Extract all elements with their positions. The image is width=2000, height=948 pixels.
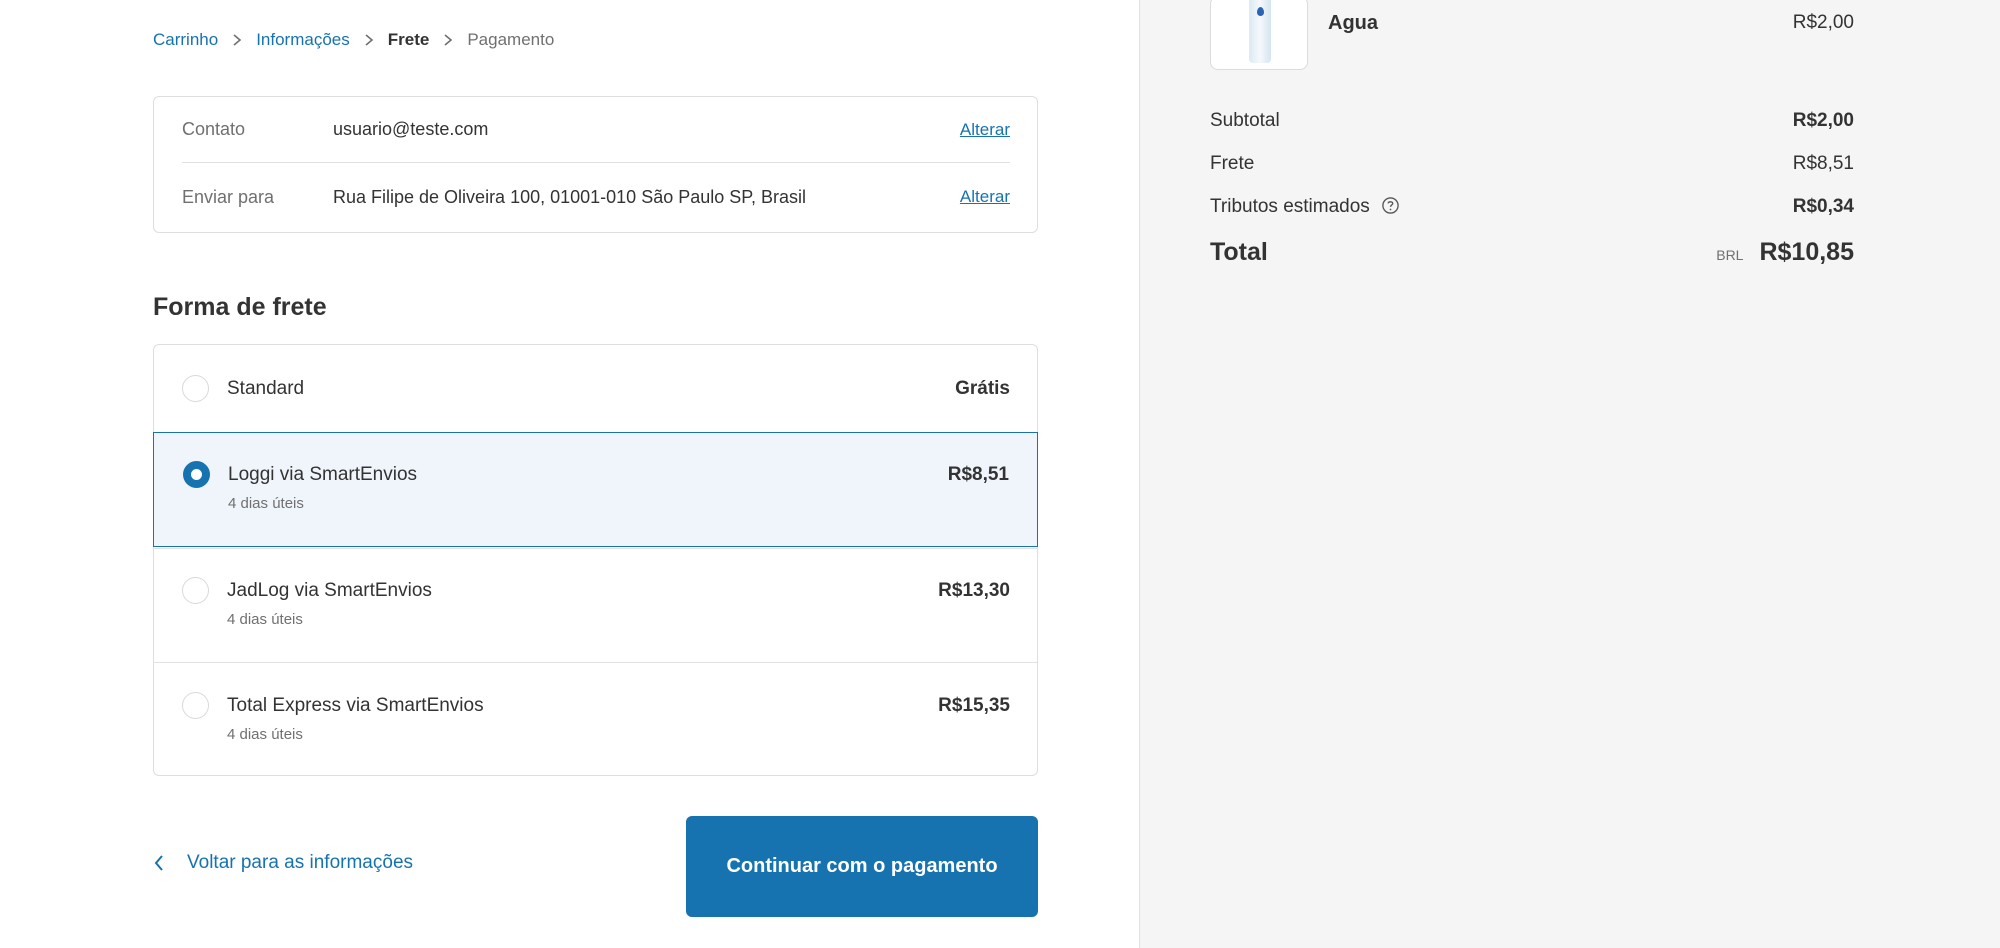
subtotal-row: Subtotal R$2,00 [1210,110,1854,132]
help-circle-icon[interactable] [1381,196,1400,215]
chevron-right-icon [350,34,388,46]
water-drop-logo-icon [1257,7,1264,16]
shipping-option-name: Loggi via SmartEnvios [228,464,418,485]
product-name: Agua [1328,12,1378,34]
product-thumbnail [1210,0,1308,70]
back-link-label: Voltar para as informações [187,852,414,873]
taxes-label: Tributos estimados [1210,196,1370,217]
taxes-label-group: Tributos estimados [1210,196,1400,218]
shipping-option-price: R$13,30 [938,580,1010,601]
ship-to-value: Rua Filipe de Oliveira 100, 01001-010 Sã… [333,186,806,207]
radio-button[interactable] [182,692,209,719]
contact-label: Contato [182,119,246,139]
contact-row: Contato usuario@teste.com Alterar [182,97,1010,163]
shipping-option-price: R$15,35 [938,695,1010,716]
breadcrumb-shipping-current: Frete [387,30,430,49]
subtotal-value: R$2,00 [1792,110,1854,131]
shipping-label: Frete [1210,153,1255,174]
radio-button[interactable] [182,375,209,402]
shipping-option-eta: 4 dias úteis [227,726,303,743]
shipping-option-total-express[interactable]: Total Express via SmartEnvios 4 dias úte… [154,662,1037,775]
shipping-option-eta: 4 dias úteis [228,495,304,512]
taxes-row: Tributos estimados R$0,34 [1210,196,1854,218]
shipping-option-name: Total Express via SmartEnvios [227,695,484,716]
shipping-method-title: Forma de frete [153,293,327,321]
contact-value: usuario@teste.com [333,119,489,139]
shipping-options: Standard Grátis Loggi via SmartEnvios 4 … [153,344,1038,776]
breadcrumb-payment: Pagamento [467,30,555,49]
chevron-right-icon [429,34,467,46]
ship-to-row: Enviar para Rua Filipe de Oliveira 100, … [182,164,1010,230]
change-address-link[interactable]: Alterar [960,187,1010,207]
shipping-option-name: Standard [227,378,305,399]
continue-to-payment-button[interactable]: Continuar com o pagamento [686,816,1038,917]
shipping-option-price: Grátis [955,378,1010,399]
product-price: R$2,00 [1792,12,1854,33]
total-value: R$10,85 [1759,238,1854,266]
shipping-option-eta: 4 dias úteis [227,611,303,628]
breadcrumb: Carrinho Informações Frete Pagamento [153,30,554,50]
ship-to-label: Enviar para [182,186,275,207]
shipping-value: R$8,51 [1792,153,1854,174]
breadcrumb-cart-link[interactable]: Carrinho [153,30,218,50]
subtotal-label: Subtotal [1210,110,1280,131]
radio-button-checked[interactable] [183,461,210,488]
chevron-left-icon [154,855,163,871]
change-contact-link[interactable]: Alterar [960,120,1010,140]
chevron-right-icon [218,34,256,46]
total-row: Total BRL R$10,85 [1210,238,1854,267]
review-box: Contato usuario@teste.com Alterar Enviar… [153,96,1038,233]
checkout-main: Carrinho Informações Frete Pagamento Con… [0,0,1139,948]
shipping-option-name: JadLog via SmartEnvios [227,580,432,601]
breadcrumb-information-link[interactable]: Informações [256,30,350,50]
shipping-option-standard[interactable]: Standard Grátis [154,345,1037,431]
shipping-option-jadlog[interactable]: JadLog via SmartEnvios 4 dias úteis R$13… [154,548,1037,662]
order-summary: Agua R$2,00 Subtotal R$2,00 Frete R$8,51… [1139,0,2000,948]
shipping-option-price: R$8,51 [947,464,1009,485]
total-label: Total [1210,238,1268,266]
radio-button[interactable] [182,577,209,604]
shipping-option-loggi[interactable]: Loggi via SmartEnvios 4 dias úteis R$8,5… [153,432,1038,547]
shipping-row: Frete R$8,51 [1210,153,1854,175]
total-group: BRL R$10,85 [1716,238,1854,267]
taxes-value: R$0,34 [1792,196,1854,217]
currency-code: BRL [1716,247,1744,263]
back-to-information-link[interactable]: Voltar para as informações [153,852,413,874]
